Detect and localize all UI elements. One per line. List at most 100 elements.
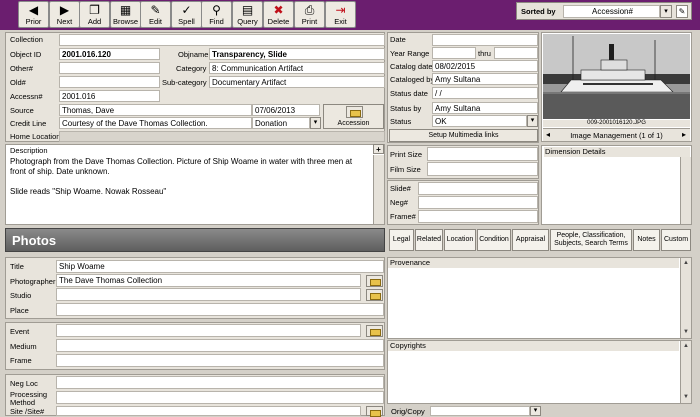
status-select[interactable]: OK <box>432 115 527 127</box>
description-text[interactable]: Photograph from the Dave Thomas Collecti… <box>10 157 370 177</box>
credit-type-select[interactable]: Donation <box>252 117 310 129</box>
description-text-2[interactable]: Slide reads "Ship Woame. Nowak Rosseau" <box>10 187 370 197</box>
edit-label: Edit <box>149 17 162 26</box>
collection-field[interactable] <box>59 34 385 46</box>
slide-number-field[interactable] <box>418 182 538 195</box>
browse-button[interactable]: ▦ Browse <box>110 1 141 28</box>
print-size-field[interactable] <box>427 147 538 161</box>
provenance-panel <box>387 257 692 339</box>
scroll-down-icon[interactable]: ▼ <box>682 328 690 336</box>
chevron-down-icon[interactable]: ▾ <box>660 5 672 18</box>
object-id-label: Object ID <box>10 50 42 59</box>
exit-button[interactable]: ⇥ Exit <box>325 1 356 28</box>
folder-icon <box>346 106 363 118</box>
folder-icon[interactable] <box>366 406 383 417</box>
collection-label: Collection <box>10 35 43 44</box>
next-button[interactable]: ▶ Next <box>49 1 80 28</box>
section-title: Photos <box>12 233 57 248</box>
neg-number-field[interactable] <box>418 196 538 209</box>
chevron-down-icon[interactable]: ▾ <box>530 406 541 416</box>
tab-custom[interactable]: Custom <box>661 229 691 251</box>
tab-location[interactable]: Location <box>444 229 476 251</box>
object-id-field[interactable]: 2001.016.120 <box>59 48 160 60</box>
site-field[interactable] <box>56 406 361 416</box>
tab-related[interactable]: Related <box>415 229 443 251</box>
dimension-scrollbar[interactable] <box>680 157 691 224</box>
other-number-label: Other# <box>10 64 33 73</box>
source-date-field[interactable]: 07/06/2013 <box>252 104 320 116</box>
event-label: Event <box>10 327 30 336</box>
status-by-field[interactable]: Amy Sultana <box>432 102 538 114</box>
sort-select[interactable]: Accession# <box>563 5 660 18</box>
scroll-up-icon[interactable]: ▲ <box>682 342 690 350</box>
objname-field[interactable]: Transparency, Slide <box>209 48 385 60</box>
tab-condition[interactable]: Condition <box>477 229 511 251</box>
delete-button[interactable]: ✖ Delete <box>263 1 294 28</box>
year-range-start-field[interactable] <box>432 47 476 59</box>
year-range-end-field[interactable] <box>494 47 538 59</box>
next-icon: ▶ <box>59 3 70 17</box>
expand-button[interactable]: + <box>373 144 384 154</box>
photographer-field[interactable]: The Dave Thomas Collection <box>56 274 361 287</box>
sorted-by-label: Sorted by <box>521 7 556 16</box>
slide-number-label: Slide# <box>390 184 411 193</box>
tab-notes[interactable]: Notes <box>633 229 660 251</box>
place-field[interactable] <box>56 303 384 316</box>
frame-number-field[interactable] <box>418 210 538 223</box>
cataloged-by-field[interactable]: Amy Sultana <box>432 73 538 85</box>
accession-button[interactable]: Accession <box>323 104 384 129</box>
event-field[interactable] <box>56 324 361 337</box>
chevron-down-icon[interactable]: ▾ <box>310 117 321 129</box>
find-button[interactable]: ⚲ Find <box>201 1 232 28</box>
accession-number-field[interactable]: 2001.016 <box>59 90 160 102</box>
provenance-scrollbar[interactable]: ▲ ▼ <box>680 258 691 338</box>
print-icon: ⎙ <box>304 3 315 17</box>
folder-icon[interactable] <box>366 325 383 337</box>
description-scrollbar[interactable] <box>373 155 384 224</box>
subcategory-field[interactable]: Documentary Artifact <box>209 76 385 88</box>
scroll-down-icon[interactable]: ▼ <box>682 393 690 401</box>
next-image-icon[interactable]: ▸ <box>682 130 686 139</box>
neg-loc-label: Neg Loc <box>10 379 38 388</box>
edit-button[interactable]: ✎ Edit <box>140 1 171 28</box>
print-button[interactable]: ⎙ Print <box>294 1 325 28</box>
medium-field[interactable] <box>56 339 384 352</box>
source-field[interactable]: Thomas, Dave <box>59 104 252 116</box>
folder-icon[interactable] <box>366 289 383 301</box>
subcategory-label: Sub-category <box>162 78 207 87</box>
add-button[interactable]: ❐ Add <box>79 1 110 28</box>
image-management-label[interactable]: Image Management (1 of 1) <box>543 131 690 140</box>
exit-icon: ⇥ <box>335 3 346 17</box>
scroll-up-icon[interactable]: ▲ <box>682 259 690 267</box>
home-location-label: Home Location <box>10 132 61 141</box>
status-date-field[interactable]: / / <box>432 87 538 99</box>
add-icon: ❐ <box>89 3 100 17</box>
spell-button[interactable]: ✓ Spell <box>171 1 202 28</box>
old-number-field[interactable] <box>59 76 160 88</box>
orig-copy-select[interactable] <box>430 406 530 416</box>
ship-photo[interactable] <box>543 34 690 119</box>
home-location-field[interactable] <box>59 131 385 142</box>
find-icon: ⚲ <box>212 3 221 17</box>
tab-appraisal[interactable]: Appraisal <box>512 229 549 251</box>
chevron-down-icon[interactable]: ▾ <box>527 115 538 127</box>
folder-icon[interactable] <box>366 275 383 287</box>
studio-field[interactable] <box>56 288 361 301</box>
tab-legal[interactable]: Legal <box>389 229 414 251</box>
frame-field[interactable] <box>56 354 384 367</box>
query-button[interactable]: ▤ Query <box>232 1 263 28</box>
other-number-field[interactable] <box>59 62 160 74</box>
processing-method-field[interactable] <box>56 391 384 404</box>
neg-loc-field[interactable] <box>56 376 384 389</box>
category-field[interactable]: 8: Communication Artifact <box>209 62 385 74</box>
copyrights-scrollbar[interactable]: ▲ ▼ <box>680 341 691 403</box>
tab-people-classification-subjects-search-terms[interactable]: People, Classification, Subjects, Search… <box>550 229 632 251</box>
credit-line-field[interactable]: Courtesy of the Dave Thomas Collection. <box>59 117 252 129</box>
title-field[interactable]: Ship Woame <box>56 260 384 273</box>
film-size-field[interactable] <box>427 162 538 176</box>
prior-button[interactable]: ◀ Prior <box>18 1 49 28</box>
date-field[interactable] <box>432 34 538 46</box>
setup-multimedia-button[interactable]: Setup Multimedia links <box>389 129 538 142</box>
note-icon[interactable]: ✎ <box>676 5 688 18</box>
catalog-date-field[interactable]: 08/02/2015 <box>432 60 538 72</box>
